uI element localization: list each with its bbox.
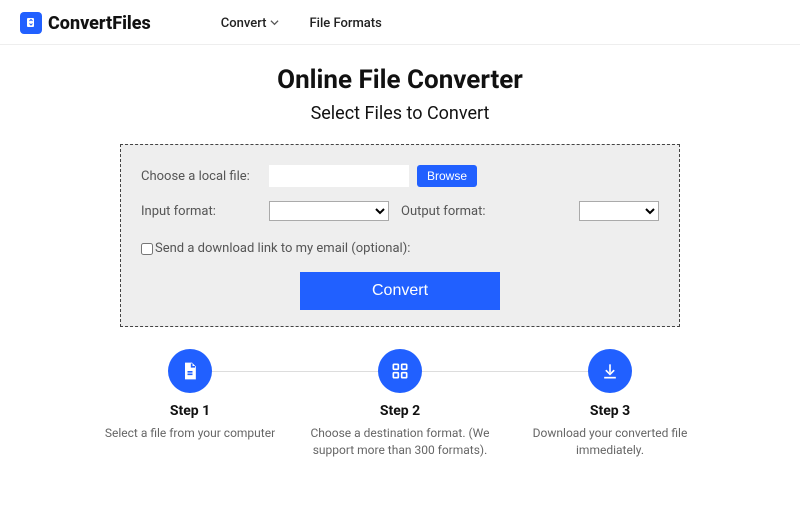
input-format-select[interactable] [269, 201, 389, 221]
brand-logo[interactable]: ConvertFiles [20, 12, 151, 34]
step-3-desc: Download your converted file immediately… [518, 425, 702, 459]
nav-file-formats[interactable]: File Formats [309, 16, 381, 31]
steps: Step 1 Select a file from your computer … [90, 349, 710, 459]
step-1: Step 1 Select a file from your computer [90, 349, 290, 459]
step-3-title: Step 3 [590, 403, 630, 419]
brand-name: ConvertFiles [48, 13, 151, 34]
download-icon [588, 349, 632, 393]
file-input[interactable] [269, 165, 409, 187]
email-checkbox[interactable] [141, 243, 153, 255]
format-row: Input format: Output format: [141, 201, 659, 221]
output-format-label: Output format: [401, 204, 486, 219]
nav-convert[interactable]: Convert [221, 16, 280, 31]
step-2-title: Step 2 [380, 403, 420, 419]
logo-icon [20, 12, 42, 34]
grid-icon [378, 349, 422, 393]
top-bar: ConvertFiles Convert File Formats [0, 0, 800, 45]
file-icon [168, 349, 212, 393]
main: Online File Converter Select Files to Co… [0, 45, 800, 459]
convert-panel: Choose a local file: Browse Input format… [120, 144, 680, 327]
nav-formats-label: File Formats [309, 16, 381, 31]
choose-file-row: Choose a local file: Browse [141, 165, 659, 187]
page-title: Online File Converter [0, 65, 800, 95]
nav-convert-label: Convert [221, 16, 267, 31]
nav: Convert File Formats [221, 16, 382, 31]
email-checkbox-label: Send a download link to my email (option… [155, 241, 410, 256]
email-row: Send a download link to my email (option… [141, 241, 659, 256]
step-2-desc: Choose a destination format. (We support… [308, 425, 492, 459]
browse-button[interactable]: Browse [417, 165, 477, 187]
step-3: Step 3 Download your converted file imme… [510, 349, 710, 459]
step-1-desc: Select a file from your computer [105, 425, 275, 442]
output-format-select[interactable] [579, 201, 659, 221]
input-format-label: Input format: [141, 204, 261, 219]
convert-button[interactable]: Convert [300, 272, 500, 310]
chevron-down-icon [270, 16, 279, 31]
choose-file-label: Choose a local file: [141, 169, 261, 184]
step-2: Step 2 Choose a destination format. (We … [300, 349, 500, 459]
page-subtitle: Select Files to Convert [0, 103, 800, 124]
step-1-title: Step 1 [170, 403, 210, 419]
